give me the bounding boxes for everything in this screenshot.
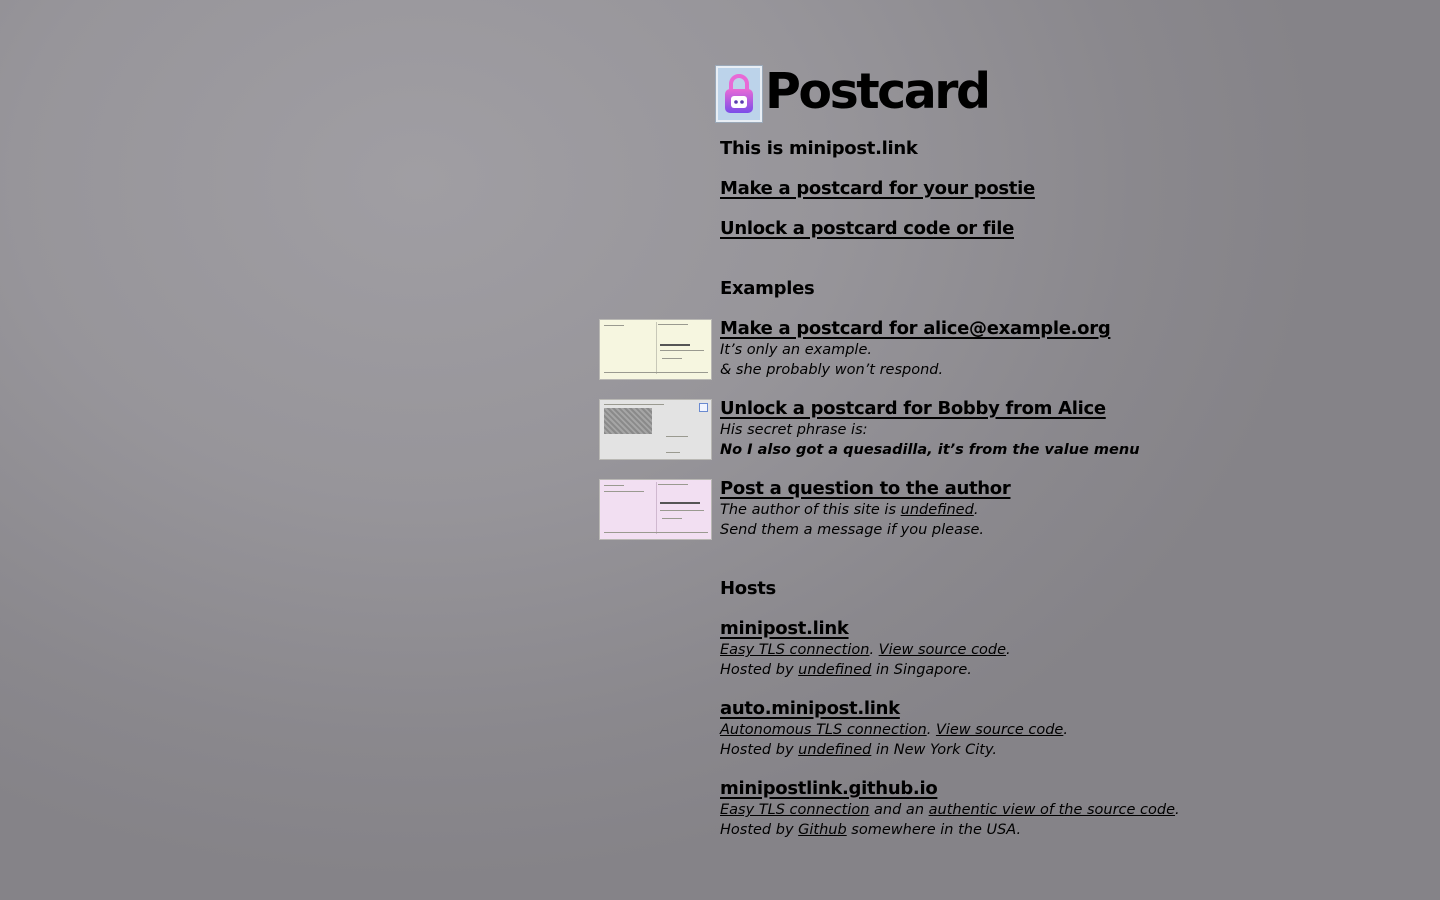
make-postcard-link[interactable]: Make a postcard for your postie xyxy=(720,178,1035,199)
host-location: Hosted by undefined in Singapore. xyxy=(720,662,972,678)
host-link-github[interactable]: minipostlink.github.io xyxy=(720,778,938,799)
view-source-link[interactable]: View source code xyxy=(879,642,1006,658)
example-thumbnail-question[interactable] xyxy=(599,479,712,540)
tls-connection-link[interactable]: Easy TLS connection xyxy=(720,802,869,818)
site-logo: Postcard xyxy=(716,62,991,125)
intro-text: This is minipost.link xyxy=(720,138,918,159)
example-thumbnail-alice[interactable] xyxy=(599,319,712,380)
example-link-bobby[interactable]: Unlock a postcard for Bobby from Alice xyxy=(720,398,1106,419)
example-desc-line: The author of this site is undefined. xyxy=(720,502,979,518)
example-desc-line: Send them a message if you please. xyxy=(720,522,985,538)
author-link[interactable]: undefined xyxy=(901,502,974,518)
examples-heading: Examples xyxy=(720,278,815,299)
host-details: Autonomous TLS connection. View source c… xyxy=(720,722,1068,738)
tls-connection-link[interactable]: Autonomous TLS connection xyxy=(720,722,927,738)
view-source-link[interactable]: View source code xyxy=(936,722,1063,738)
host-link-auto-minipost[interactable]: auto.minipost.link xyxy=(720,698,900,719)
hosts-heading: Hosts xyxy=(720,578,776,599)
hosted-by-link[interactable]: Github xyxy=(798,822,847,838)
site-title: Postcard xyxy=(765,62,991,120)
example-desc-line: His secret phrase is: xyxy=(720,422,868,438)
example-desc-line: & she probably won’t respond. xyxy=(720,362,944,378)
view-source-link[interactable]: authentic view of the source code xyxy=(929,802,1175,818)
hosted-by-link[interactable]: undefined xyxy=(798,742,871,758)
host-link-minipost[interactable]: minipost.link xyxy=(720,618,849,639)
hosted-by-link[interactable]: undefined xyxy=(798,662,871,678)
tls-connection-link[interactable]: Easy TLS connection xyxy=(720,642,869,658)
host-location: Hosted by undefined in New York City. xyxy=(720,742,998,758)
host-details: Easy TLS connection. View source code. xyxy=(720,642,1011,658)
host-details: Easy TLS connection and an authentic vie… xyxy=(720,802,1180,818)
host-location: Hosted by Github somewhere in the USA. xyxy=(720,822,1022,838)
example-thumbnail-bobby[interactable] xyxy=(599,399,712,460)
example-link-alice[interactable]: Make a postcard for alice@example.org xyxy=(720,318,1111,339)
example-desc-line: It’s only an example. xyxy=(720,342,872,358)
secret-phrase: No I also got a quesadilla, it’s from th… xyxy=(720,442,1140,458)
unlock-postcard-link[interactable]: Unlock a postcard code or file xyxy=(720,218,1014,239)
padlock-stamp-icon xyxy=(716,66,762,122)
example-link-question[interactable]: Post a question to the author xyxy=(720,478,1011,499)
